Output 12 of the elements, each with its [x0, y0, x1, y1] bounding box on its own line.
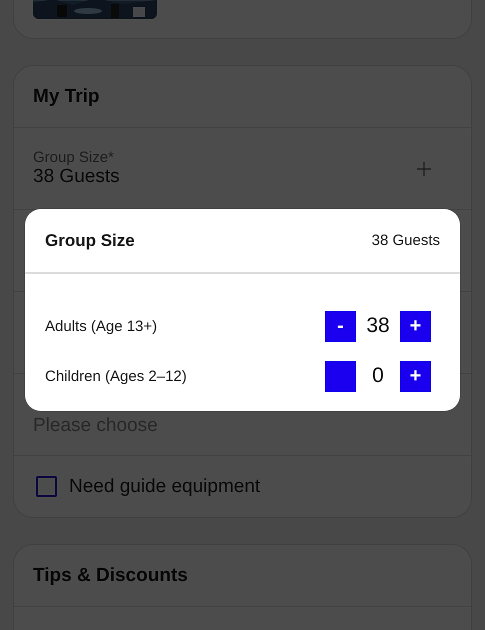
card-title: My Trip [14, 66, 471, 128]
count-value: 38 [366, 314, 390, 338]
row-label: Adults (Age 13+) [45, 318, 158, 334]
increase-button[interactable]: + [400, 310, 431, 342]
increase-button[interactable]: + [400, 360, 431, 392]
guest-total: 38 Guests [372, 232, 440, 249]
row-label: Children (Ages 2–12) [45, 368, 188, 384]
card-title: Tips & Discounts [14, 545, 471, 607]
decrease-button[interactable]: - [325, 310, 356, 342]
dialog-title: Group Size [45, 230, 135, 250]
checkbox-label: Need guide equipment [69, 476, 260, 498]
count-value: 0 [371, 364, 385, 388]
